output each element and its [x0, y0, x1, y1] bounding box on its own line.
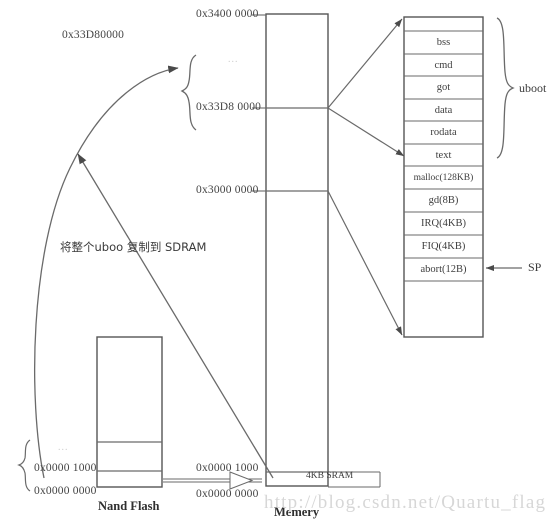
runtime-section-irq: IRQ(4KB) [421, 218, 466, 229]
uboot-section-got: got [436, 82, 451, 93]
expansion-connector-lines [327, 18, 405, 336]
runtime-section-fiq: FIQ(4KB) [421, 241, 466, 252]
uboot-section-data: data [434, 104, 453, 116]
diagram-canvas: 0x33D80000 0x3400 0000 0x33D8 0000 0x300… [0, 0, 556, 526]
nand-to-memory-arrow [163, 471, 262, 490]
runtime-section-malloc: malloc(128KB) [413, 172, 474, 183]
uboot-section-bss: bss [436, 37, 451, 48]
label-mem-uboot-base-address: 0x33D8 0000 [196, 101, 262, 113]
nand-region-brace [17, 439, 31, 492]
nand-flash-outline [96, 336, 163, 488]
nand-column-ellipsis: ... [58, 442, 69, 453]
label-mem-top-address: 0x3400 0000 [196, 8, 259, 20]
memory-column-outline [265, 13, 329, 487]
uboot-section-rodata: rodata [430, 127, 457, 138]
label-mem-sdram-base-address: 0x3000 0000 [196, 184, 259, 196]
label-sp: SP [528, 260, 542, 274]
label-nand-page1-address: 0x0000 1000 [34, 462, 97, 474]
uboot-brace [496, 17, 515, 159]
runtime-section-abort: abort(12B) [420, 264, 467, 275]
label-4kb-sram: 4KB SRAM [306, 471, 354, 481]
uboot-section-text: text [435, 149, 452, 161]
caption-nand-flash: Nand Flash [98, 499, 160, 513]
label-mem-low-base-address: 0x0000 0000 [196, 488, 259, 500]
runtime-section-gd: gd(8B) [428, 195, 459, 206]
label-mem-low-page1-address: 0x0000 1000 [196, 462, 259, 474]
sdram-region-brace [180, 54, 197, 131]
label-nand-base-address: 0x0000 0000 [34, 485, 97, 497]
memory-column-ellipsis: ... [228, 54, 239, 65]
label-uboot-load-address: 0x33D80000 [62, 29, 125, 41]
label-uboot-brace: uboot [519, 81, 547, 95]
watermark-blog-url: http://blog.csdn.net/Quartu_flag [264, 492, 547, 513]
note-copy-uboot-to-sdram: 将整个uboo 复制到 SDRAM [60, 240, 207, 254]
uboot-section-cmd: cmd [434, 59, 453, 71]
